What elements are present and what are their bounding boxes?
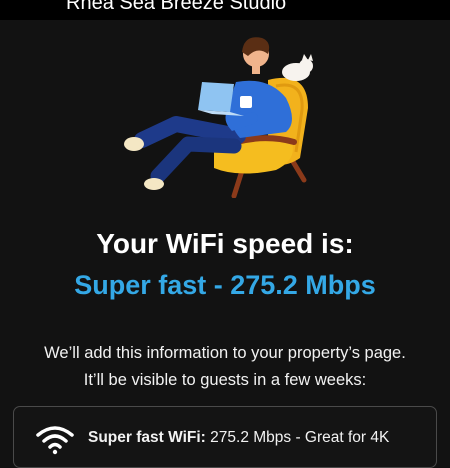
info-text: We’ll add this information to your prope…: [0, 340, 450, 394]
wifi-info-card: Super fast WiFi: 275.2 Mbps - Great for …: [13, 406, 437, 468]
illustration-person-armchair: [124, 37, 313, 198]
wifi-card-text: Super fast WiFi: 275.2 Mbps - Great for …: [88, 429, 389, 447]
app-header: Rhea Sea Breeze Studio: [0, 0, 450, 20]
wifi-icon: [36, 426, 74, 455]
info-line-1: We’ll add this information to your prope…: [44, 344, 406, 362]
wifi-card-label: Super fast WiFi:: [88, 429, 206, 446]
property-name: Rhea Sea Breeze Studio: [66, 0, 287, 14]
info-line-2: It’ll be visible to guests in a few week…: [83, 371, 367, 389]
wifi-card-detail: 275.2 Mbps - Great for 4K: [210, 429, 390, 446]
wifi-speed-heading: Your WiFi speed is:: [96, 228, 354, 259]
wifi-speed-value: Super fast - 275.2 Mbps: [74, 270, 376, 300]
